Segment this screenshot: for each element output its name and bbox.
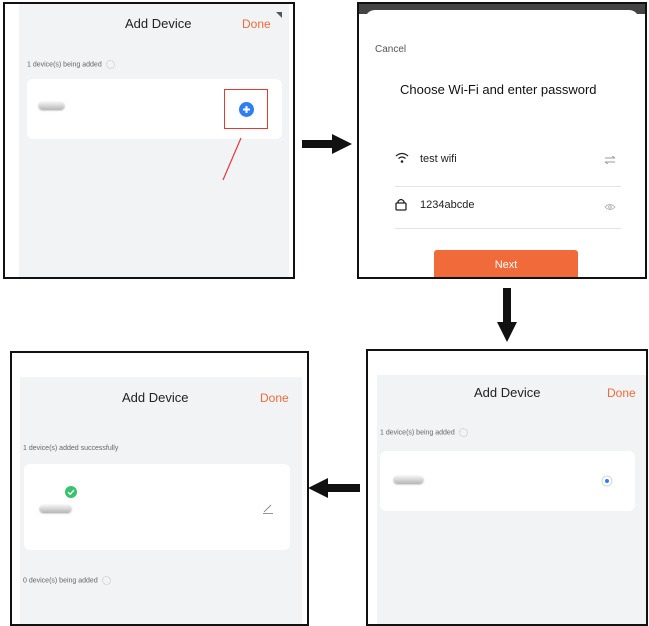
check-badge-icon xyxy=(65,486,77,498)
screen: Add Device Done 1 device(s) being added xyxy=(19,4,289,277)
device-card xyxy=(380,451,635,511)
eye-icon[interactable] xyxy=(604,203,616,211)
panel-wifi-step: Cancel Choose Wi-Fi and enter password t… xyxy=(357,2,647,279)
password-field[interactable]: 1234abcde xyxy=(420,199,474,211)
loading-spinner-icon xyxy=(101,576,111,585)
device-card xyxy=(24,464,290,550)
done-button[interactable]: Done xyxy=(242,17,271,31)
page-title: Add Device xyxy=(122,390,189,405)
screen: Add Device Done 1 device(s) added succes… xyxy=(20,377,302,624)
device-icon xyxy=(39,102,64,109)
panel-add-device-step1: Add Device Done 1 device(s) being added xyxy=(3,2,295,279)
next-label: Next xyxy=(494,259,518,271)
wifi-name[interactable]: test wifi xyxy=(420,153,457,165)
divider xyxy=(395,186,621,187)
panel-adding-step: Add Device Done 1 device(s) being added xyxy=(366,349,648,626)
status-label: 1 device(s) being added xyxy=(27,61,102,69)
loading-spinner-icon xyxy=(105,60,115,69)
done-button[interactable]: Done xyxy=(260,391,289,405)
radio-selected-icon[interactable] xyxy=(601,475,613,487)
cancel-button[interactable]: Cancel xyxy=(375,44,406,55)
corner-mark xyxy=(276,12,282,18)
wifi-icon xyxy=(395,152,409,163)
status-success-text: 1 device(s) added successfully xyxy=(23,445,119,452)
device-card xyxy=(27,79,282,139)
edit-icon[interactable] xyxy=(262,504,274,514)
loading-spinner-icon xyxy=(458,428,468,437)
status-text: 1 device(s) being added xyxy=(380,428,468,437)
arrow-down-icon xyxy=(497,288,517,342)
next-button[interactable]: Next xyxy=(434,250,578,277)
page-title: Add Device xyxy=(474,385,541,400)
swap-icon[interactable] xyxy=(604,156,616,164)
panel-success-step: Add Device Done 1 device(s) added succes… xyxy=(10,351,309,626)
add-device-button[interactable] xyxy=(239,102,254,117)
lock-icon xyxy=(395,198,407,211)
device-icon xyxy=(394,476,423,483)
done-button[interactable]: Done xyxy=(607,386,636,400)
sheet: Cancel Choose Wi-Fi and enter password t… xyxy=(365,10,639,277)
device-icon xyxy=(40,505,71,512)
dialog-heading: Choose Wi-Fi and enter password xyxy=(400,82,597,97)
divider xyxy=(395,228,621,229)
status-adding-text: 0 device(s) being added xyxy=(23,576,111,585)
page-title: Add Device xyxy=(125,16,192,31)
screen: Add Device Done 1 device(s) being added xyxy=(377,375,646,624)
plus-circle-icon xyxy=(243,106,250,113)
status-label: 1 device(s) being added xyxy=(380,429,455,437)
pointer-line xyxy=(222,137,242,181)
arrow-right-icon xyxy=(302,134,352,154)
status-text: 1 device(s) being added xyxy=(27,60,115,69)
arrow-left-icon xyxy=(308,478,360,498)
status-label: 0 device(s) being added xyxy=(23,577,98,585)
